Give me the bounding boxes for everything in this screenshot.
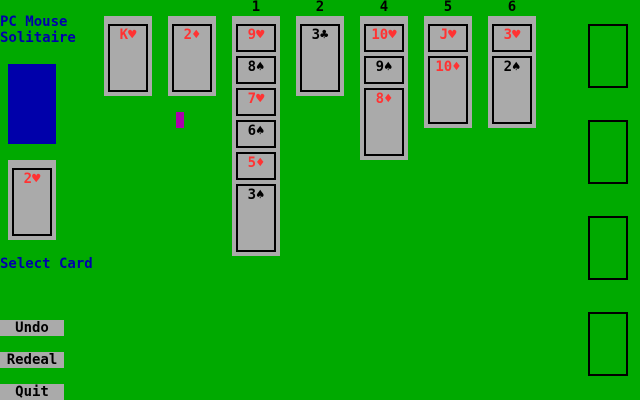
selection-cursor: [176, 112, 184, 128]
tableau-card[interactable]: 7♥: [236, 88, 276, 116]
tableau-column-5[interactable]: 3♥ 2♠: [488, 16, 536, 128]
tableau-card[interactable]: 3♥: [492, 24, 532, 52]
column-number-4: 5: [443, 0, 453, 15]
card-label: 3♣: [311, 27, 329, 43]
tableau-card[interactable]: 10♦: [428, 56, 468, 124]
foundation-4[interactable]: [588, 312, 628, 376]
column-number-2: 2: [315, 0, 325, 15]
pile-top-1-card[interactable]: K♥: [108, 24, 148, 92]
undo-button[interactable]: Undo: [0, 320, 64, 336]
pile-top-2-card[interactable]: 2♦: [172, 24, 212, 92]
status-text: Select Card: [0, 256, 93, 272]
column-number-1: 1: [251, 0, 261, 15]
card-label: 8♦: [375, 91, 393, 107]
card-label: 6♠: [247, 123, 265, 139]
tableau-column-3[interactable]: 10♥ 9♠ 8♦: [360, 16, 408, 160]
tableau-card[interactable]: 3♣: [300, 24, 340, 92]
tableau-card[interactable]: 9♥: [236, 24, 276, 52]
tableau-card[interactable]: 10♥: [364, 24, 404, 52]
column-number-3: 4: [379, 0, 389, 15]
waste-pile[interactable]: 2♥: [8, 160, 56, 240]
card-label: 8♠: [247, 59, 265, 75]
card-label: 9♠: [375, 59, 393, 75]
column-number-5: 6: [507, 0, 517, 15]
tableau-card[interactable]: 2♠: [492, 56, 532, 124]
card-label: 10♦: [435, 59, 461, 75]
stock-pile[interactable]: [8, 64, 56, 144]
pile-top-2-label: 2♦: [183, 27, 201, 43]
foundation-3[interactable]: [588, 216, 628, 280]
card-label: J♥: [439, 27, 457, 43]
tableau-card[interactable]: 5♦: [236, 152, 276, 180]
tableau-card[interactable]: 3♠: [236, 184, 276, 252]
tableau-card[interactable]: 9♠: [364, 56, 404, 84]
foundation-1[interactable]: [588, 24, 628, 88]
waste-card[interactable]: 2♥: [12, 168, 52, 236]
tableau-card[interactable]: J♥: [428, 24, 468, 52]
tableau-column-1[interactable]: 9♥ 8♠ 7♥ 6♠ 5♦ 3♠: [232, 16, 280, 256]
tableau-column-2[interactable]: 3♣: [296, 16, 344, 96]
pile-top-2[interactable]: 2♦: [168, 16, 216, 96]
redeal-button[interactable]: Redeal: [0, 352, 64, 368]
card-label: 10♥: [371, 27, 397, 43]
tableau-card[interactable]: 8♦: [364, 88, 404, 156]
card-label: 3♠: [247, 187, 265, 203]
quit-button[interactable]: Quit: [0, 384, 64, 400]
card-label: 5♦: [247, 155, 265, 171]
card-label: 9♥: [247, 27, 265, 43]
tableau-card[interactable]: 6♠: [236, 120, 276, 148]
card-label: 3♥: [503, 27, 521, 43]
foundation-2[interactable]: [588, 120, 628, 184]
tableau-card[interactable]: 8♠: [236, 56, 276, 84]
waste-card-label: 2♥: [23, 171, 41, 187]
pile-top-1[interactable]: K♥: [104, 16, 152, 96]
pile-top-1-label: K♥: [119, 27, 137, 43]
card-label: 2♠: [503, 59, 521, 75]
card-label: 7♥: [247, 91, 265, 107]
app-title: PC Mouse Solitaire: [0, 14, 76, 46]
tableau-column-4[interactable]: J♥ 10♦: [424, 16, 472, 128]
